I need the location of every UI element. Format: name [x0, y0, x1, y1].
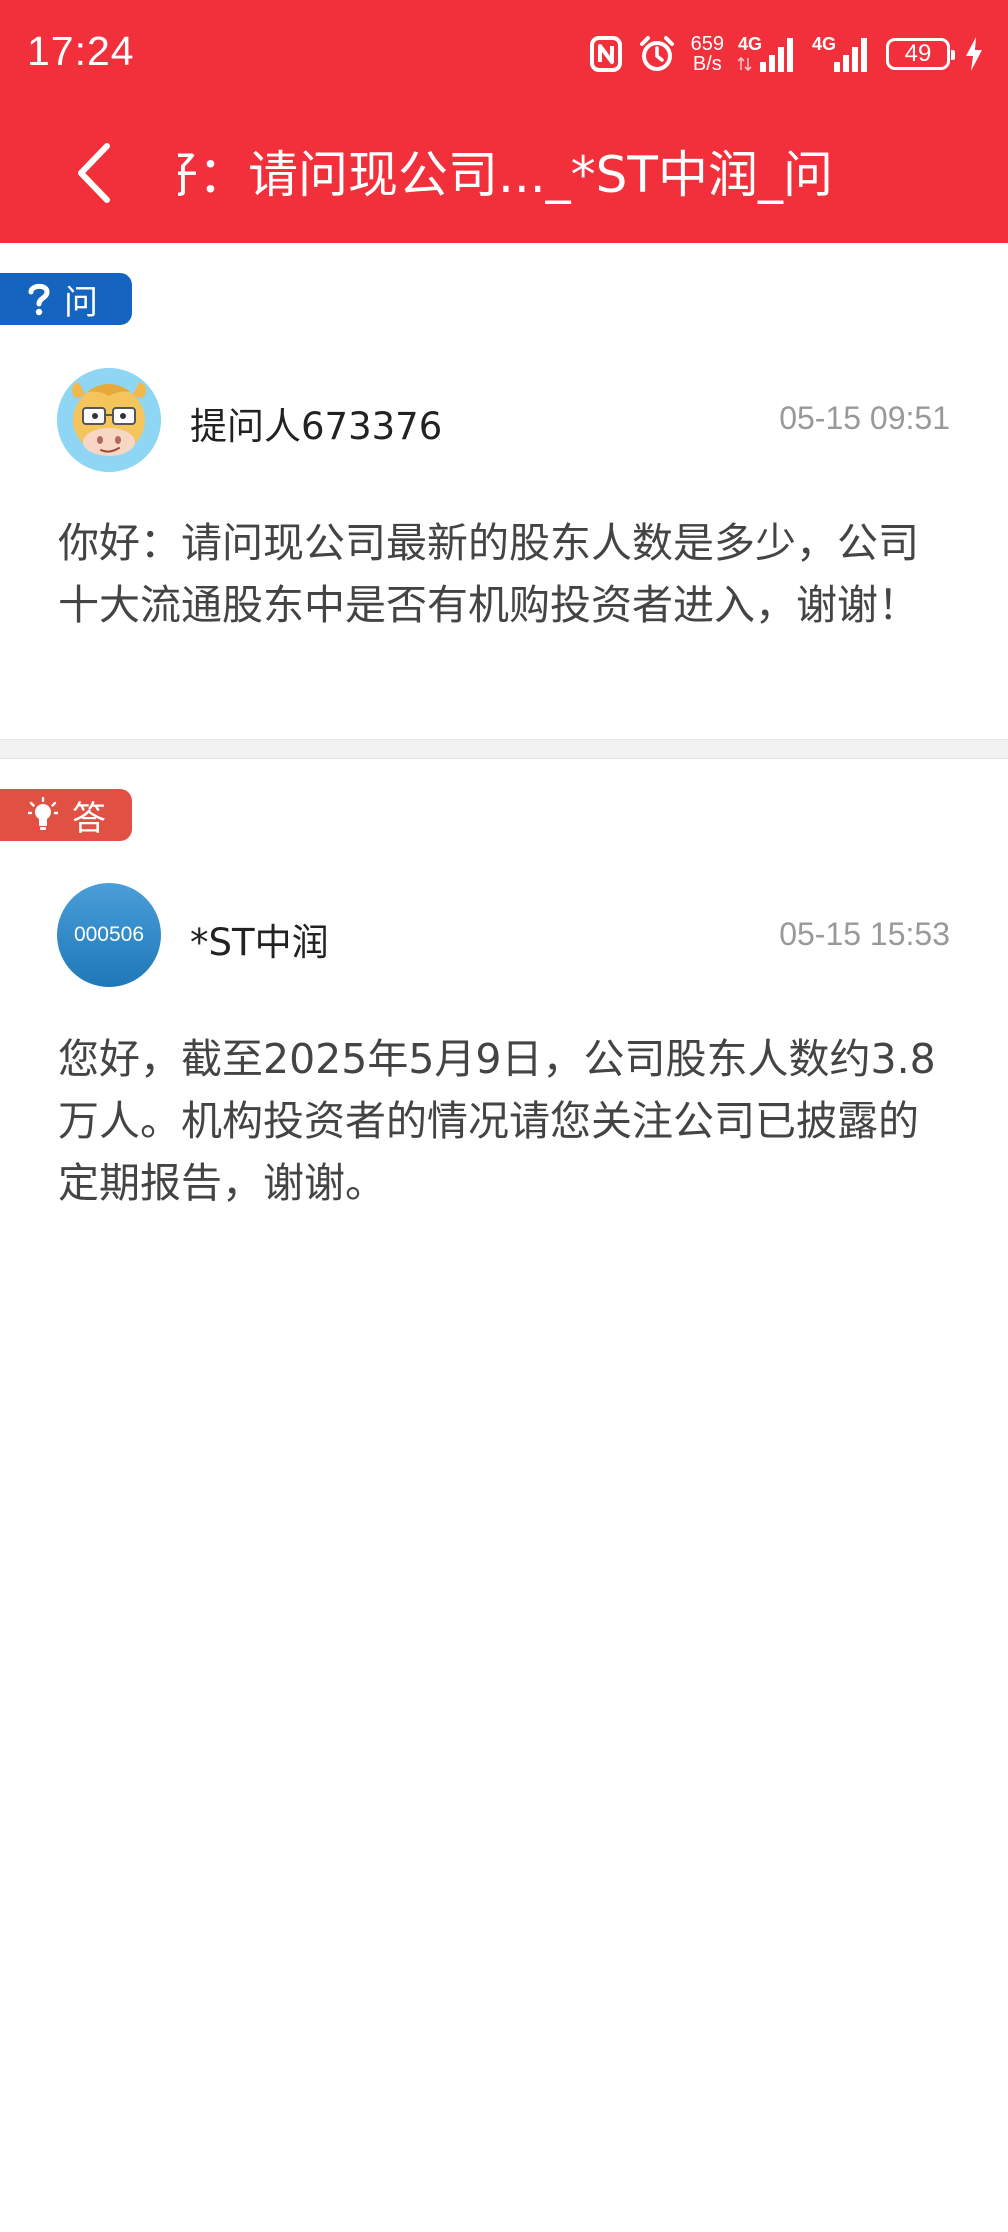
- question-mark-icon: [28, 282, 50, 316]
- status-icons: 659 B/s 4G 4G 49: [589, 28, 984, 80]
- answer-content: 您好，截至2025年5月9日，公司股东人数约3.8万人。机构投资者的情况请您关注…: [58, 1035, 936, 1207]
- question-tag-label: 问: [64, 282, 98, 323]
- asker-avatar[interactable]: [57, 368, 161, 472]
- network-speed-unit: B/s: [692, 53, 722, 75]
- asker-name[interactable]: 提问人673376: [190, 396, 442, 450]
- back-button[interactable]: [58, 138, 128, 208]
- question-content: 你好：请问现公司最新的股东人数是多少，公司十大流通股东中是否有机购投资者进入，谢…: [58, 519, 919, 629]
- chevron-left-icon: [78, 143, 110, 203]
- app-header: 17:24 659 B/s 4G 4G 49 好：请问现公司..._*ST中润_…: [0, 0, 1008, 243]
- question-tag: 问: [0, 273, 132, 325]
- network-speed-value: 659: [690, 33, 724, 55]
- section-divider: [0, 739, 1008, 759]
- status-time: 17:24: [27, 28, 135, 74]
- signal-1-label: 4G: [738, 34, 763, 54]
- cartoon-cow-avatar-icon: [57, 368, 161, 472]
- signal-2: 4G: [812, 34, 872, 74]
- status-bar: 17:24 659 B/s 4G 4G 49: [0, 0, 1008, 108]
- company-avatar[interactable]: 000506: [57, 883, 161, 987]
- title-bar: 好：请问现公司..._*ST中润_问: [0, 108, 1008, 243]
- nfc-icon: [589, 35, 623, 73]
- page-title-container: 好：请问现公司..._*ST中润_问: [178, 130, 830, 220]
- network-speed: 659 B/s: [691, 34, 724, 74]
- alarm-icon: [637, 34, 677, 74]
- answer-tag-label: 答: [72, 798, 106, 839]
- signal-1: 4G: [737, 34, 798, 74]
- battery-level: 49: [904, 40, 932, 67]
- company-stock-code: 000506: [73, 923, 145, 946]
- lightbulb-icon: [28, 797, 58, 833]
- battery-indicator: 49: [886, 38, 955, 70]
- charging-icon: [964, 36, 984, 72]
- page-title: 好：请问现公司..._*ST中润_问: [178, 146, 830, 204]
- company-name[interactable]: *ST中润: [190, 912, 329, 966]
- question-time: 05-15 09:51: [779, 400, 950, 436]
- answer-time: 05-15 15:53: [779, 916, 950, 952]
- signal-2-label: 4G: [812, 34, 837, 54]
- answer-tag: 答: [0, 789, 132, 841]
